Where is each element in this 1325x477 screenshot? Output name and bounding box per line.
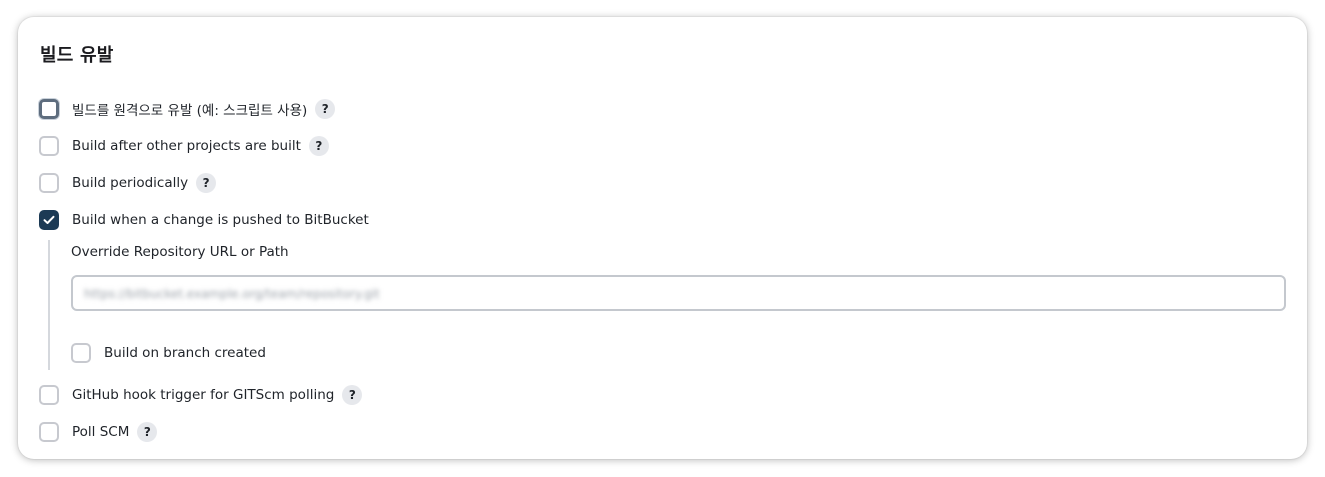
trigger-remote-checkbox[interactable] [39,99,59,119]
section-title: 빌드 유발 [40,45,114,66]
override-url-label: Override Repository URL or Path [71,244,289,260]
trigger-periodically-label[interactable]: Build periodically [72,175,188,191]
branch-created-label[interactable]: Build on branch created [104,345,266,361]
trigger-bitbucket-label[interactable]: Build when a change is pushed to BitBuck… [72,212,369,228]
trigger-bitbucket-checkbox[interactable] [39,210,59,230]
override-url-input[interactable] [71,275,1286,311]
help-icon[interactable]: ? [315,99,336,119]
trigger-github-hook-checkbox[interactable] [39,385,59,405]
trigger-bitbucket-row: Build when a change is pushed to BitBuck… [39,209,369,231]
trigger-github-hook-label[interactable]: GitHub hook trigger for GITScm polling [72,387,334,403]
branch-created-row: Build on branch created [71,342,266,364]
checkmark-icon [43,215,55,224]
help-icon[interactable]: ? [308,136,329,156]
trigger-after-projects-row: Build after other projects are built ? [39,135,329,157]
nested-options-divider [48,240,50,370]
branch-created-checkbox[interactable] [71,343,91,363]
trigger-remote-label[interactable]: 빌드를 원격으로 유발 (예: 스크립트 사용) [72,99,307,119]
build-triggers-card: 빌드 유발 빌드를 원격으로 유발 (예: 스크립트 사용) ? Build a… [18,17,1307,459]
trigger-poll-scm-checkbox[interactable] [39,422,59,442]
trigger-poll-scm-label[interactable]: Poll SCM [72,424,129,440]
help-icon[interactable]: ? [196,173,217,193]
trigger-periodically-row: Build periodically ? [39,172,217,194]
help-icon[interactable]: ? [342,385,363,405]
trigger-after-projects-checkbox[interactable] [39,136,59,156]
trigger-poll-scm-row: Poll SCM ? [39,421,158,443]
trigger-after-projects-label[interactable]: Build after other projects are built [72,138,301,154]
help-icon[interactable]: ? [137,422,158,442]
trigger-remote-row: 빌드를 원격으로 유발 (예: 스크립트 사용) ? [39,98,336,120]
trigger-periodically-checkbox[interactable] [39,173,59,193]
trigger-github-hook-row: GitHub hook trigger for GITScm polling ? [39,384,363,406]
